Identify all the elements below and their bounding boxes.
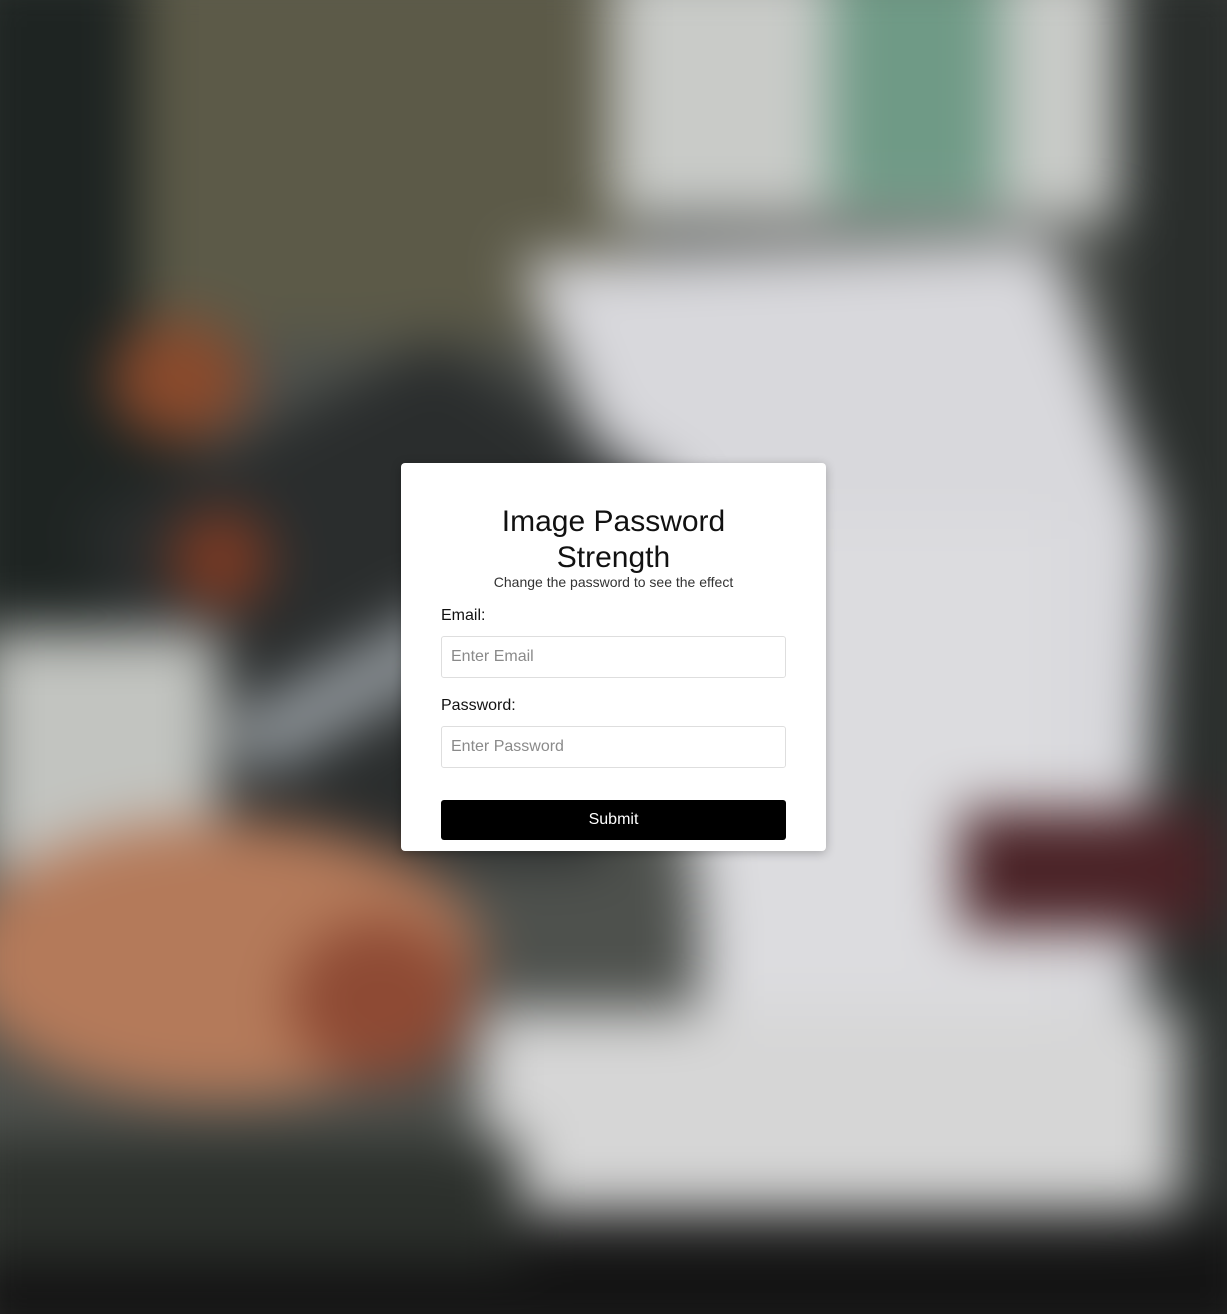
page-subtitle: Change the password to see the effect — [493, 574, 734, 590]
password-field[interactable] — [441, 726, 786, 768]
email-field[interactable] — [441, 636, 786, 678]
login-card: Image Password Strength Change the passw… — [401, 463, 826, 851]
password-label: Password: — [441, 697, 516, 714]
email-label: Email: — [441, 607, 486, 624]
submit-button[interactable]: Submit — [441, 800, 786, 840]
page-title: Image Password Strength — [501, 505, 726, 574]
